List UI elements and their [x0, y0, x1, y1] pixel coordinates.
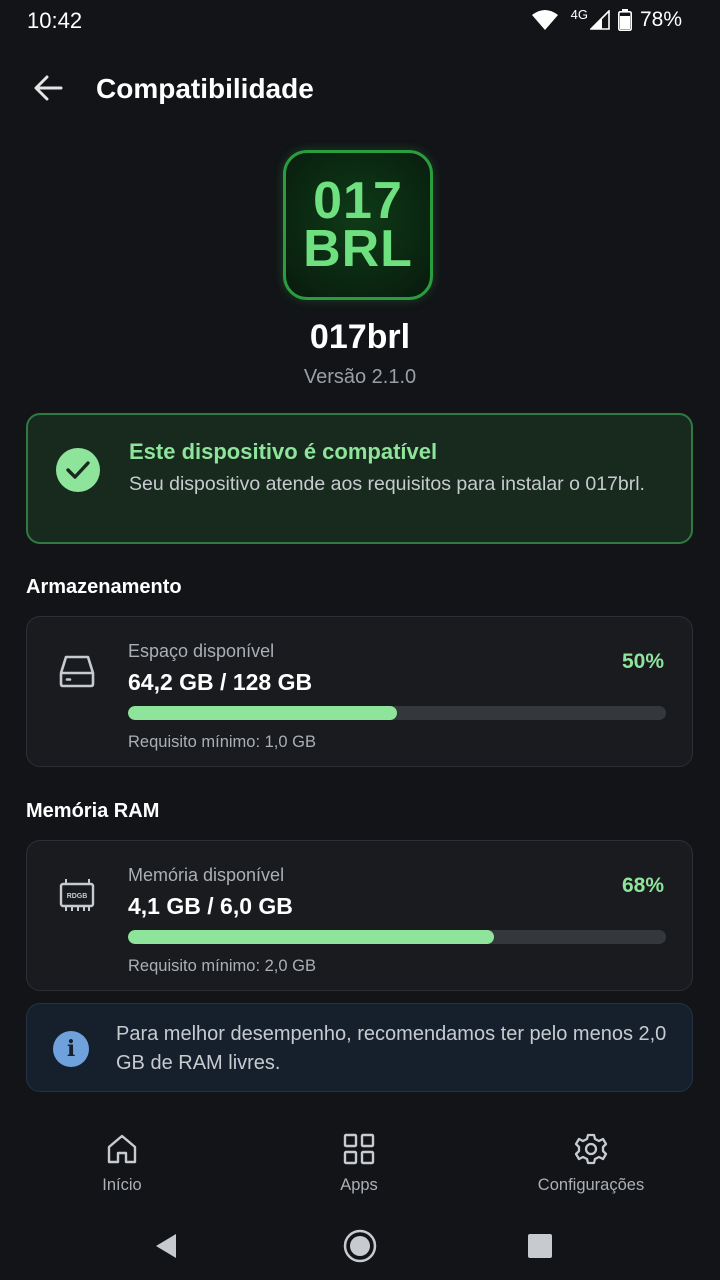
- storage-label: Espaço disponível: [128, 641, 275, 661]
- compatibility-description: Seu dispositivo atende aos requisitos pa…: [129, 473, 645, 495]
- triangle-back-icon: [156, 1234, 176, 1258]
- storage-progress-fill: [128, 706, 397, 720]
- ram-label: Memória disponível: [128, 865, 285, 885]
- storage-requirement: Requisito mínimo: 1,0 GB: [128, 733, 316, 751]
- nav-label-settings: Configurações: [537, 1176, 645, 1194]
- storage-progress-track: [128, 706, 666, 720]
- hard-drive-icon: [59, 655, 95, 688]
- apps-grid-icon: [343, 1133, 375, 1165]
- battery-percent: 78%: [639, 8, 682, 31]
- compatibility-title: Este dispositivo é compatível: [129, 439, 438, 464]
- home-icon: [107, 1134, 137, 1164]
- chip-text: RDGB: [67, 893, 88, 900]
- system-navigation-bar: [0, 1210, 720, 1280]
- cell-signal-icon: [589, 10, 610, 30]
- storage-card: Espaço disponível 64,2 GB / 128 GB 50% R…: [26, 616, 693, 767]
- memory-chip-icon: RDGB: [59, 879, 95, 911]
- app-bar: Compatibilidade: [0, 60, 720, 116]
- network-type: 4G: [570, 6, 588, 22]
- ram-progress-fill: [128, 930, 494, 944]
- wifi-icon: [531, 10, 558, 30]
- nav-item-home[interactable]: Início: [22, 1132, 222, 1195]
- info-card: i Para melhor desempenho, recomendamos t…: [26, 1003, 693, 1092]
- page-title: Compatibilidade: [96, 73, 314, 104]
- status-time: 10:42: [27, 8, 83, 33]
- app-version: Versão 2.1.0: [303, 366, 417, 388]
- ram-requirement: Requisito mínimo: 2,0 GB: [128, 957, 316, 975]
- ram-card: RDGB Memória disponível 4,1 GB / 6,0 GB …: [26, 840, 693, 991]
- bottom-navigation: Início Apps Configurações: [0, 1120, 720, 1210]
- arrow-left-icon: [34, 75, 63, 101]
- battery-icon: [617, 9, 632, 31]
- nav-label-apps: Apps: [340, 1176, 378, 1194]
- storage-value: 64,2 GB / 128 GB: [128, 669, 313, 695]
- nav-label-home: Início: [102, 1176, 142, 1194]
- app-name: 017brl: [309, 318, 411, 356]
- storage-section-title: Armazenamento: [26, 576, 182, 598]
- info-text: Para melhor desempenho, recomendamos ter…: [116, 1023, 667, 1074]
- system-back-button[interactable]: [146, 1226, 186, 1266]
- ram-progress-track: [128, 930, 666, 944]
- check-circle-icon: [56, 448, 100, 492]
- system-home-button[interactable]: [340, 1226, 380, 1266]
- status-bar: 10:42 4G 78%: [0, 0, 720, 44]
- gear-icon: [574, 1133, 608, 1165]
- nav-item-settings[interactable]: Configurações: [491, 1132, 691, 1195]
- nav-item-apps[interactable]: Apps: [259, 1132, 459, 1195]
- ram-value: 4,1 GB / 6,0 GB: [128, 893, 293, 919]
- system-recents-button[interactable]: [520, 1226, 560, 1266]
- storage-percent: 50%: [621, 650, 664, 673]
- logo-text-top: 017: [313, 172, 403, 230]
- status-icons: 4G 78%: [531, 6, 682, 32]
- logo-text-bottom: BRL: [303, 220, 413, 278]
- back-button[interactable]: [30, 72, 66, 104]
- ram-section-title: Memória RAM: [26, 800, 160, 822]
- ram-percent: 68%: [621, 874, 664, 897]
- circle-home-icon: [343, 1229, 377, 1263]
- square-recents-icon: [528, 1234, 552, 1258]
- app-logo: 017 BRL: [283, 150, 433, 300]
- info-icon: i: [53, 1031, 89, 1067]
- compatibility-card: Este dispositivo é compatível Seu dispos…: [26, 413, 693, 544]
